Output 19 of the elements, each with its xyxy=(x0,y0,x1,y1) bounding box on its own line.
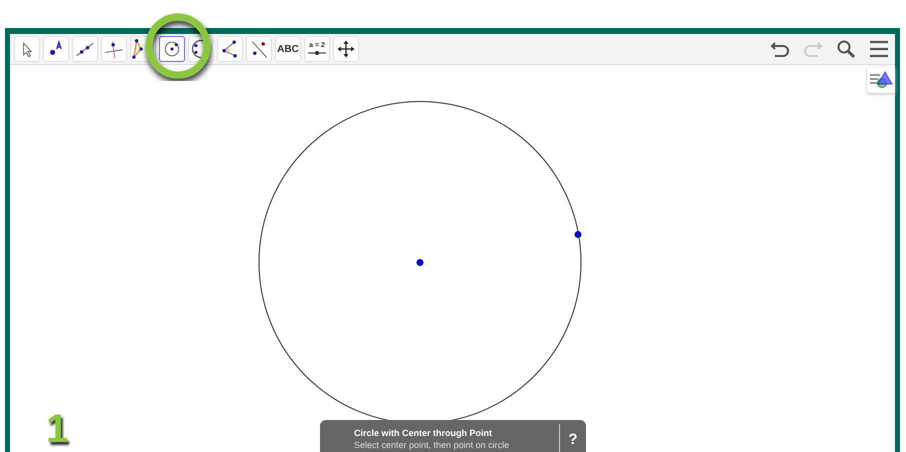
point-tool-button[interactable] xyxy=(43,36,69,62)
circle-tool-button[interactable] xyxy=(159,36,185,62)
slider-icon xyxy=(307,50,327,56)
circle-point[interactable] xyxy=(574,231,582,238)
text-tool-button[interactable]: ABC xyxy=(275,36,301,62)
reflect-tool-button[interactable] xyxy=(246,36,272,62)
move-tool-button[interactable] xyxy=(14,36,40,62)
step-number: 1 xyxy=(46,407,68,452)
pan-tool-button[interactable] xyxy=(333,36,359,62)
tooltip-title: Circle with Center through Point xyxy=(354,428,494,438)
help-button[interactable]: ? xyxy=(559,424,586,452)
line-tool-button[interactable] xyxy=(72,36,98,62)
move-arrows-icon xyxy=(335,38,357,60)
perpendicular-tool-button[interactable] xyxy=(101,36,127,62)
polygon-icon xyxy=(132,39,143,59)
center-point[interactable] xyxy=(416,259,424,266)
angle-tool-button[interactable] xyxy=(217,36,243,62)
algebra-view-button[interactable] xyxy=(867,67,895,93)
tooltip-description: Select center point, then point on circle xyxy=(354,440,510,450)
